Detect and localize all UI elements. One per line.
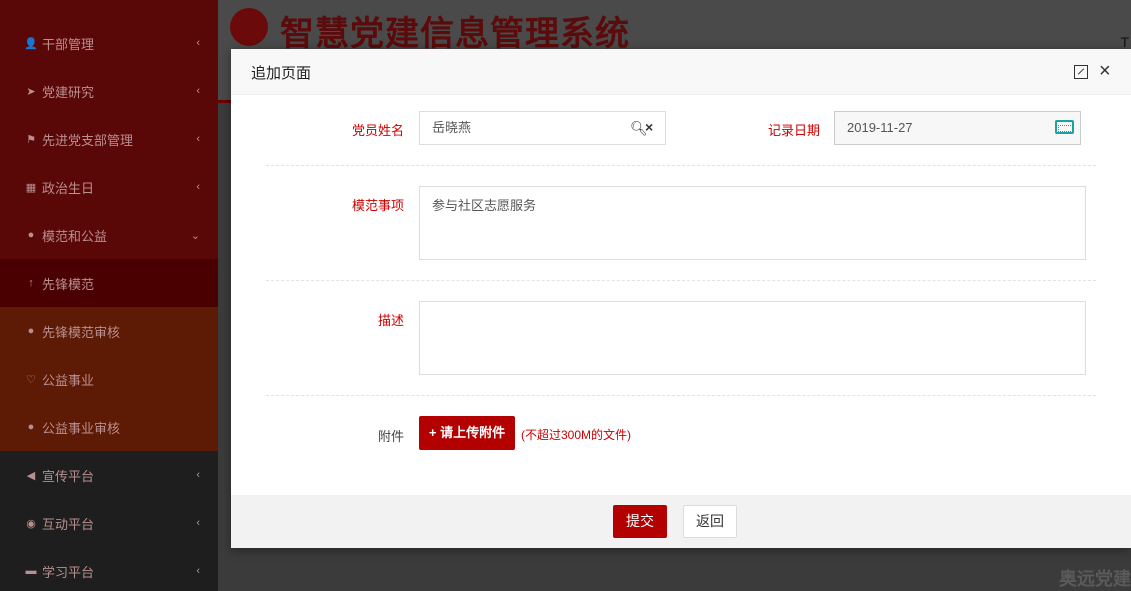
member-name-field[interactable]: 岳晓燕 <box>419 111 666 145</box>
sidebar-item-label: 模范和公益 <box>42 228 108 244</box>
sidebar-item-model[interactable]: ● 模范和公益 ⌄ <box>0 211 218 259</box>
submit-button[interactable]: 提交 <box>613 505 667 538</box>
sidebar-item-pioneer[interactable]: ↑ 先锋模范 <box>0 259 218 307</box>
chevron-left-icon: ‹ <box>196 85 200 97</box>
book-icon: ▬ <box>25 565 37 577</box>
sidebar-item-learning[interactable]: ▬ 学习平台 ‹ <box>0 547 218 591</box>
modal-form: 党员姓名 岳晓燕 🔍︎ × 记录日期 2019-11-27 模范事项 参与社区志… <box>231 95 1131 495</box>
modal-header: 追加页面 × <box>231 49 1131 95</box>
rocket-icon: ➤ <box>26 85 36 98</box>
topright-user-text[interactable]: T <box>1120 34 1129 50</box>
sidebar: 👤 干部管理 ‹ ➤ 党建研究 ‹ ⚑ 先进党支部管理 ‹ ▦ 政治生日 ‹ ●… <box>0 0 218 591</box>
heart-icon: ♡ <box>26 373 36 386</box>
close-icon[interactable]: × <box>1099 59 1111 83</box>
check-circle-icon: ● <box>27 229 35 241</box>
back-button[interactable]: 返回 <box>683 505 737 538</box>
flag-icon: ⚑ <box>26 133 36 146</box>
sidebar-item-charity[interactable]: ♡ 公益事业 <box>0 355 218 403</box>
sidebar-item-charity-review[interactable]: ● 公益事业审核 <box>0 403 218 451</box>
sidebar-item-label: 互动平台 <box>42 516 95 532</box>
sidebar-item-interaction[interactable]: ◉ 互动平台 ‹ <box>0 499 218 547</box>
chevron-left-icon: ‹ <box>196 469 200 481</box>
modal-title: 追加页面 <box>251 65 312 82</box>
app-title: 智慧党建信息管理系统 <box>280 14 630 54</box>
sidebar-item-cadre[interactable]: 👤 干部管理 ‹ <box>0 19 218 67</box>
sidebar-item-research[interactable]: ➤ 党建研究 ‹ <box>0 67 218 115</box>
upload-attachment-button[interactable]: + 请上传附件 <box>419 416 515 450</box>
sidebar-item-label: 先锋模范 <box>42 276 95 292</box>
upload-hint: (不超过300M的文件) <box>521 428 632 442</box>
sidebar-item-label: 政治生日 <box>42 180 95 196</box>
sidebar-item-label: 党建研究 <box>42 84 95 100</box>
chat-icon: ◉ <box>26 517 36 530</box>
sidebar-item-label: 公益事业审核 <box>42 420 121 436</box>
description-textarea[interactable] <box>419 301 1086 375</box>
sidebar-item-birthday[interactable]: ▦ 政治生日 ‹ <box>0 163 218 211</box>
member-name-label: 党员姓名 <box>351 123 404 138</box>
modal-footer: 提交 返回 <box>231 495 1131 548</box>
chevron-left-icon: ‹ <box>196 133 200 145</box>
sidebar-item-pioneer-review[interactable]: ● 先锋模范审核 <box>0 307 218 355</box>
sidebar-item-label: 公益事业 <box>42 372 95 388</box>
divider <box>266 280 1096 281</box>
attachment-label: 附件 <box>377 429 404 444</box>
maximize-icon[interactable] <box>1074 65 1088 79</box>
divider <box>266 395 1096 396</box>
add-page-modal: 追加页面 × 党员姓名 岳晓燕 🔍︎ × 记录日期 2019-11-27 模范事… <box>231 49 1131 548</box>
deeds-label: 模范事项 <box>351 198 404 213</box>
divider <box>266 165 1096 166</box>
sidebar-item-publicity[interactable]: ◀ 宣传平台 ‹ <box>0 451 218 499</box>
record-date-field[interactable]: 2019-11-27 <box>834 111 1081 145</box>
description-label: 描述 <box>377 313 404 328</box>
deeds-textarea[interactable]: 参与社区志愿服务 <box>419 186 1086 260</box>
chevron-left-icon: ‹ <box>196 517 200 529</box>
chevron-left-icon: ‹ <box>196 181 200 193</box>
sidebar-item-label: 学习平台 <box>42 564 95 580</box>
bullhorn-icon: ◀ <box>26 469 36 482</box>
clear-icon[interactable]: × <box>645 119 653 135</box>
sidebar-item-branch[interactable]: ⚑ 先进党支部管理 ‹ <box>0 115 218 163</box>
chevron-down-icon: ⌄ <box>190 229 200 242</box>
watermark-logo: 奥远党建 <box>1059 569 1131 589</box>
check-circle-icon: ● <box>27 325 35 337</box>
arrow-up-icon: ↑ <box>28 277 34 289</box>
chevron-left-icon: ‹ <box>196 565 200 577</box>
party-logo-icon <box>230 8 268 46</box>
chevron-left-icon: ‹ <box>196 37 200 49</box>
sidebar-item-label: 宣传平台 <box>42 468 95 484</box>
user-icon: 👤 <box>24 37 38 50</box>
cake-icon: ▦ <box>25 181 37 194</box>
check-circle-icon: ● <box>27 421 35 433</box>
sidebar-item-label: 干部管理 <box>42 36 95 52</box>
sidebar-item-label: 先进党支部管理 <box>42 132 134 148</box>
record-date-label: 记录日期 <box>767 123 820 138</box>
sidebar-item-label: 先锋模范审核 <box>42 324 121 340</box>
calendar-icon[interactable] <box>1055 120 1074 134</box>
